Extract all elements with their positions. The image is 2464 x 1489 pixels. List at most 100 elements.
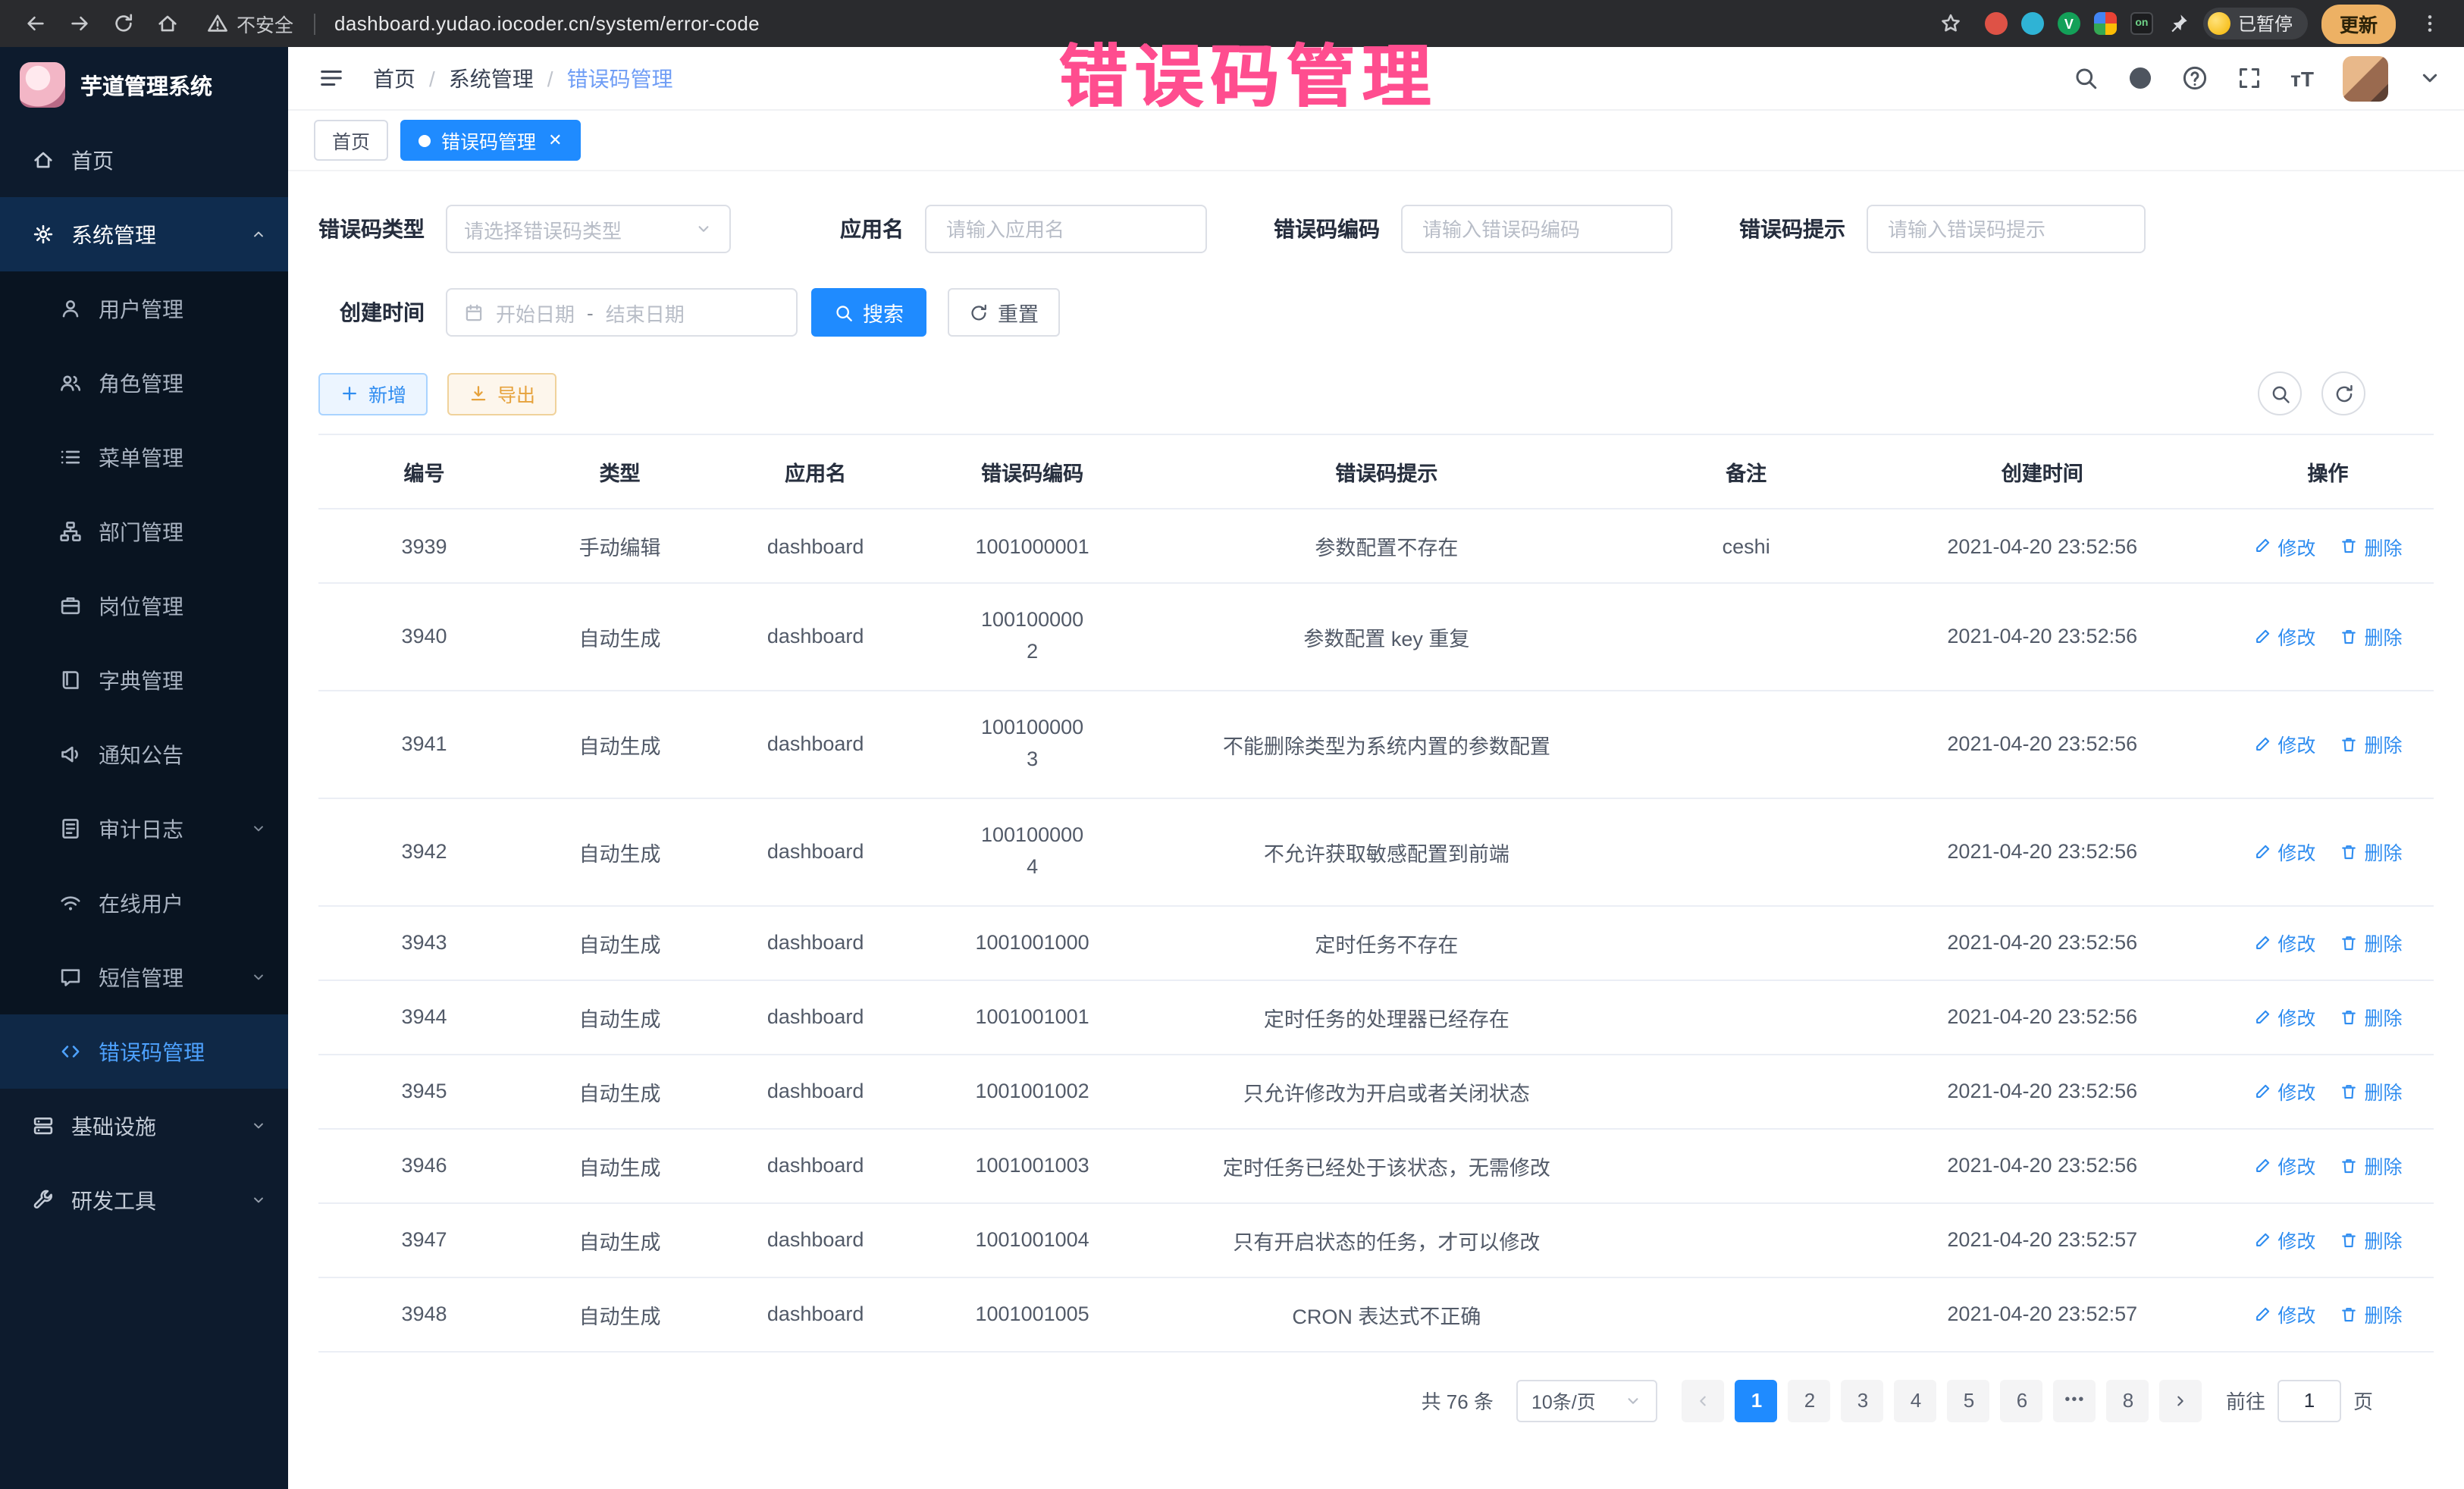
profile-paused-badge[interactable]: 已暂停 xyxy=(2203,8,2308,39)
delete-button[interactable]: 删除 xyxy=(2340,1299,2402,1328)
cell-app: dashboard xyxy=(710,509,921,583)
export-button[interactable]: 导出 xyxy=(447,372,556,415)
edit-button[interactable]: 修改 xyxy=(2253,1299,2315,1328)
browser-back-button[interactable] xyxy=(15,4,55,43)
edit-button[interactable]: 修改 xyxy=(2253,622,2315,651)
edit-button[interactable]: 修改 xyxy=(2253,730,2315,759)
cell-code: 100100000 3 xyxy=(921,691,1143,798)
user-avatar[interactable] xyxy=(2343,55,2388,101)
delete-button[interactable]: 删除 xyxy=(2340,928,2402,957)
chevron-down-icon[interactable] xyxy=(2417,65,2443,91)
goto-page-input[interactable] xyxy=(2277,1379,2341,1422)
delete-button[interactable]: 删除 xyxy=(2340,1151,2402,1180)
delete-button[interactable]: 删除 xyxy=(2340,730,2402,759)
reset-button[interactable]: 重置 xyxy=(948,288,1060,337)
edit-button[interactable]: 修改 xyxy=(2253,837,2315,866)
browser-home-button[interactable] xyxy=(147,4,187,43)
sidebar-item-notice[interactable]: 通知公告 xyxy=(0,717,288,792)
update-button[interactable]: 更新 xyxy=(2321,4,2396,43)
page-button-8[interactable]: 8 xyxy=(2107,1379,2149,1422)
sidebar-item-error-code[interactable]: 错误码管理 xyxy=(0,1014,288,1089)
extension-icon[interactable]: on xyxy=(2130,12,2153,35)
page-ellipsis[interactable]: ••• xyxy=(2054,1379,2096,1422)
sidebar-item-dict[interactable]: 字典管理 xyxy=(0,643,288,717)
page-button-3[interactable]: 3 xyxy=(1842,1379,1884,1422)
sidebar-item-system[interactable]: 系统管理 xyxy=(0,197,288,271)
delete-button[interactable]: 删除 xyxy=(2340,1225,2402,1254)
page-button-4[interactable]: 4 xyxy=(1895,1379,1937,1422)
prev-page-button[interactable] xyxy=(1682,1379,1725,1422)
edit-button[interactable]: 修改 xyxy=(2253,1225,2315,1254)
search-icon[interactable] xyxy=(2072,65,2098,91)
tab-home[interactable]: 首页 xyxy=(314,120,388,161)
pin-icon[interactable] xyxy=(2167,12,2190,35)
page-size-select[interactable]: 10条/页 xyxy=(1516,1379,1657,1422)
sidebar-item-online-user[interactable]: 在线用户 xyxy=(0,866,288,940)
fullscreen-icon[interactable] xyxy=(2236,65,2262,91)
briefcase-icon xyxy=(59,594,82,617)
filter-label-error-type: 错误码类型 xyxy=(318,214,425,244)
edit-button[interactable]: 修改 xyxy=(2253,1002,2315,1031)
delete-button[interactable]: 删除 xyxy=(2340,1002,2402,1031)
delete-button[interactable]: 删除 xyxy=(2340,622,2402,651)
sidebar-item-role[interactable]: 角色管理 xyxy=(0,346,288,420)
sidebar-item-home[interactable]: 首页 xyxy=(0,123,288,197)
create-time-range[interactable]: 开始日期 - 结束日期 xyxy=(446,288,798,337)
delete-button[interactable]: 删除 xyxy=(2340,531,2402,560)
breadcrumb-item[interactable]: 系统管理 xyxy=(449,63,534,93)
extension-icon[interactable]: V xyxy=(2058,12,2080,35)
edit-button[interactable]: 修改 xyxy=(2253,928,2315,957)
browser-reload-button[interactable] xyxy=(103,4,143,43)
cell-hint: 只允许修改为开启或者关闭状态 xyxy=(1143,1054,1630,1128)
show-search-button[interactable] xyxy=(2258,371,2302,415)
app-name-input[interactable] xyxy=(943,216,1189,242)
sidebar-item-dept[interactable]: 部门管理 xyxy=(0,494,288,569)
edit-button[interactable]: 修改 xyxy=(2253,1077,2315,1105)
edit-button[interactable]: 修改 xyxy=(2253,1151,2315,1180)
sidebar-item-post[interactable]: 岗位管理 xyxy=(0,569,288,643)
extensions-puzzle-icon[interactable] xyxy=(2094,12,2117,35)
sidebar-item-user[interactable]: 用户管理 xyxy=(0,271,288,346)
sidebar-collapse-icon[interactable] xyxy=(309,57,352,99)
app-logo[interactable]: 芋道管理系统 xyxy=(0,47,288,123)
github-icon[interactable] xyxy=(2127,65,2152,91)
page-button-1[interactable]: 1 xyxy=(1735,1379,1778,1422)
error-code-input[interactable] xyxy=(1419,216,1654,242)
address-url[interactable]: dashboard.yudao.iocoder.cn/system/error-… xyxy=(334,12,760,35)
page-button-6[interactable]: 6 xyxy=(2001,1379,2043,1422)
cell-time: 2021-04-20 23:52:56 xyxy=(1863,1054,2222,1128)
tab-error-code[interactable]: 错误码管理✕ xyxy=(400,120,580,161)
cell-remark xyxy=(1630,583,1863,691)
next-page-button[interactable] xyxy=(2160,1379,2202,1422)
extension-icon[interactable] xyxy=(1985,12,2008,35)
bookmark-star-icon[interactable] xyxy=(1932,4,1971,43)
doc-icon xyxy=(59,817,82,840)
edit-button[interactable]: 修改 xyxy=(2253,531,2315,560)
delete-button[interactable]: 删除 xyxy=(2340,1077,2402,1105)
browser-forward-button[interactable] xyxy=(59,4,99,43)
sidebar-item-sms[interactable]: 短信管理 xyxy=(0,940,288,1014)
app-header: 首页 / 系统管理 / 错误码管理 тT xyxy=(288,47,2464,111)
cell-ops: 修改删除 xyxy=(2222,1277,2434,1351)
error-hint-input[interactable] xyxy=(1885,216,2127,242)
browser-menu-icon[interactable] xyxy=(2409,4,2449,43)
cell-time: 2021-04-20 23:52:56 xyxy=(1863,905,2222,980)
sidebar-item-dev-tool[interactable]: 研发工具 xyxy=(0,1163,288,1237)
sidebar-item-menu[interactable]: 菜单管理 xyxy=(0,420,288,494)
tab-close-icon[interactable]: ✕ xyxy=(548,130,562,150)
delete-button[interactable]: 删除 xyxy=(2340,837,2402,866)
refresh-table-button[interactable] xyxy=(2321,371,2365,415)
page-button-5[interactable]: 5 xyxy=(1948,1379,1990,1422)
sidebar-item-audit-log[interactable]: 审计日志 xyxy=(0,792,288,866)
font-size-icon[interactable]: тT xyxy=(2290,66,2314,90)
breadcrumb-item[interactable]: 首页 xyxy=(373,63,415,93)
sidebar-item-label: 首页 xyxy=(71,145,114,175)
help-icon[interactable] xyxy=(2181,65,2207,91)
page-button-2[interactable]: 2 xyxy=(1788,1379,1831,1422)
extension-icon[interactable] xyxy=(2021,12,2044,35)
error-type-select[interactable]: 请选择错误码类型 xyxy=(446,205,731,253)
security-chip[interactable]: 不安全 xyxy=(206,9,293,38)
sidebar-item-infra[interactable]: 基础设施 xyxy=(0,1089,288,1163)
search-button[interactable]: 搜索 xyxy=(811,288,926,337)
add-button[interactable]: 新增 xyxy=(318,372,428,415)
